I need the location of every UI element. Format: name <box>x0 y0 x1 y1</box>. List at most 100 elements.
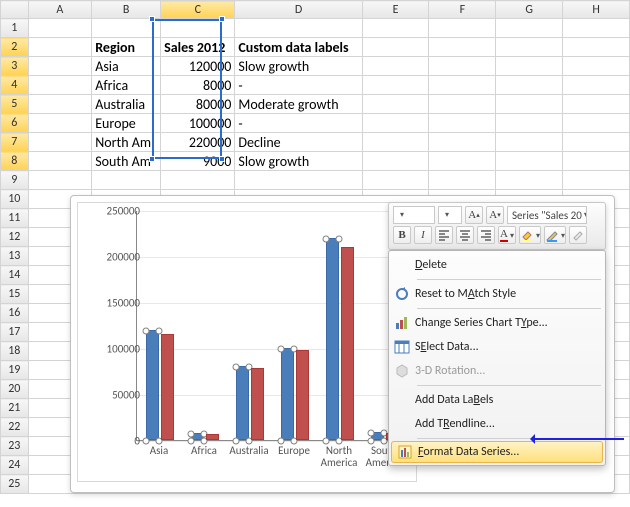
cell-B4[interactable]: Africa <box>92 76 161 95</box>
cell-C6[interactable]: 100000 <box>161 114 235 133</box>
column-header-H[interactable]: H <box>563 1 630 19</box>
cell-C4[interactable]: 8000 <box>161 76 235 95</box>
bar-series1[interactable] <box>236 366 249 440</box>
cell-D9[interactable] <box>235 171 362 190</box>
bar-series1[interactable] <box>146 330 159 440</box>
row-header-18[interactable]: 18 <box>1 342 29 361</box>
cell-D5[interactable]: Moderate growth <box>235 95 362 114</box>
chart-element-selector[interactable]: Series "Sales 20 <box>507 206 587 224</box>
cell-G1[interactable] <box>496 19 563 38</box>
cell-A8[interactable] <box>28 152 92 171</box>
cell-E8[interactable] <box>362 152 429 171</box>
cell-A5[interactable] <box>28 95 92 114</box>
row-header-16[interactable]: 16 <box>1 304 29 323</box>
cell-D1[interactable] <box>235 19 362 38</box>
italic-button[interactable]: I <box>414 226 432 244</box>
menu-delete[interactable]: Delete <box>389 253 605 277</box>
cell-C5[interactable]: 80000 <box>161 95 235 114</box>
column-header-F[interactable]: F <box>429 1 496 19</box>
cell-F8[interactable] <box>429 152 496 171</box>
bar-series2[interactable] <box>206 434 219 440</box>
font-color-button[interactable]: A <box>498 226 516 244</box>
cell-G7[interactable] <box>496 133 563 152</box>
cell-H9[interactable] <box>563 171 630 190</box>
cell-B3[interactable]: Asia <box>92 57 161 76</box>
cell-G2[interactable] <box>496 38 563 57</box>
cell-D3[interactable]: Slow growth <box>235 57 362 76</box>
cell-E5[interactable] <box>362 95 429 114</box>
menu-add-trendline[interactable]: Add TRendline... <box>389 412 605 436</box>
cell-G8[interactable] <box>496 152 563 171</box>
cell-C3[interactable]: 120000 <box>161 57 235 76</box>
bar-series2[interactable] <box>341 247 354 440</box>
cell-H6[interactable] <box>563 114 630 133</box>
cell-H5[interactable] <box>563 95 630 114</box>
cell-H4[interactable] <box>563 76 630 95</box>
cell-B7[interactable]: North Am <box>92 133 161 152</box>
cell-C1[interactable] <box>161 19 235 38</box>
cell-F2[interactable] <box>429 38 496 57</box>
row-header-3[interactable]: 3 <box>1 57 29 76</box>
align-right-button[interactable] <box>477 226 495 244</box>
cell-C8[interactable]: 9000 <box>161 152 235 171</box>
cell-E7[interactable] <box>362 133 429 152</box>
row-header-20[interactable]: 20 <box>1 380 29 399</box>
cell-E4[interactable] <box>362 76 429 95</box>
shrink-font-button[interactable]: A▾ <box>486 206 504 224</box>
row-header-24[interactable]: 24 <box>1 456 29 475</box>
cell-F9[interactable] <box>429 171 496 190</box>
cell-A7[interactable] <box>28 133 92 152</box>
cell-D4[interactable]: - <box>235 76 362 95</box>
chart-plot-area[interactable]: 050000100000150000200000250000 AsiaAfric… <box>77 202 417 482</box>
cell-G3[interactable] <box>496 57 563 76</box>
cell-E2[interactable] <box>362 38 429 57</box>
cell-D6[interactable]: - <box>235 114 362 133</box>
column-header-B[interactable]: B <box>92 1 161 19</box>
bar-series2[interactable] <box>296 350 309 440</box>
cell-G9[interactable] <box>496 171 563 190</box>
cell-H2[interactable] <box>563 38 630 57</box>
cell-B2[interactable]: Region <box>92 38 161 57</box>
outline-color-button[interactable] <box>544 226 566 244</box>
cell-H8[interactable] <box>563 152 630 171</box>
cell-F5[interactable] <box>429 95 496 114</box>
cell-C2[interactable]: Sales 2012 <box>161 38 235 57</box>
align-left-button[interactable] <box>435 226 453 244</box>
row-header-10[interactable]: 10 <box>1 190 29 209</box>
menu-change-chart-type[interactable]: Change Series Chart TYpe... <box>389 311 605 335</box>
cell-F1[interactable] <box>429 19 496 38</box>
cell-D7[interactable]: Decline <box>235 133 362 152</box>
cell-F6[interactable] <box>429 114 496 133</box>
row-header-1[interactable]: 1 <box>1 19 29 38</box>
cell-G4[interactable] <box>496 76 563 95</box>
embedded-chart[interactable]: 050000100000150000200000250000 AsiaAfric… <box>70 195 615 493</box>
menu-add-data-labels[interactable]: Add Data LaBels <box>389 388 605 412</box>
row-header-19[interactable]: 19 <box>1 361 29 380</box>
cell-B8[interactable]: South Am <box>92 152 161 171</box>
row-header-22[interactable]: 22 <box>1 418 29 437</box>
cell-B5[interactable]: Australia <box>92 95 161 114</box>
cell-A2[interactable] <box>28 38 92 57</box>
row-header-21[interactable]: 21 <box>1 399 29 418</box>
cell-H7[interactable] <box>563 133 630 152</box>
column-header-G[interactable]: G <box>496 1 563 19</box>
column-header-A[interactable]: A <box>28 1 92 19</box>
row-header-9[interactable]: 9 <box>1 171 29 190</box>
cell-C7[interactable]: 220000 <box>161 133 235 152</box>
cell-D8[interactable]: Slow growth <box>235 152 362 171</box>
cell-A1[interactable] <box>28 19 92 38</box>
cell-F7[interactable] <box>429 133 496 152</box>
cell-B9[interactable] <box>92 171 161 190</box>
cell-E6[interactable] <box>362 114 429 133</box>
bar-series2[interactable] <box>251 368 264 440</box>
menu-reset-style[interactable]: Reset to MAtch Style <box>389 282 605 306</box>
font-family-dropdown[interactable] <box>393 206 435 224</box>
row-header-25[interactable]: 25 <box>1 475 29 494</box>
menu-select-data[interactable]: SElect Data... <box>389 335 605 359</box>
bar-series1[interactable] <box>281 348 294 440</box>
row-header-11[interactable]: 11 <box>1 209 29 228</box>
cell-A9[interactable] <box>28 171 92 190</box>
cell-H3[interactable] <box>563 57 630 76</box>
column-header-D[interactable]: D <box>235 1 362 19</box>
row-header-13[interactable]: 13 <box>1 247 29 266</box>
